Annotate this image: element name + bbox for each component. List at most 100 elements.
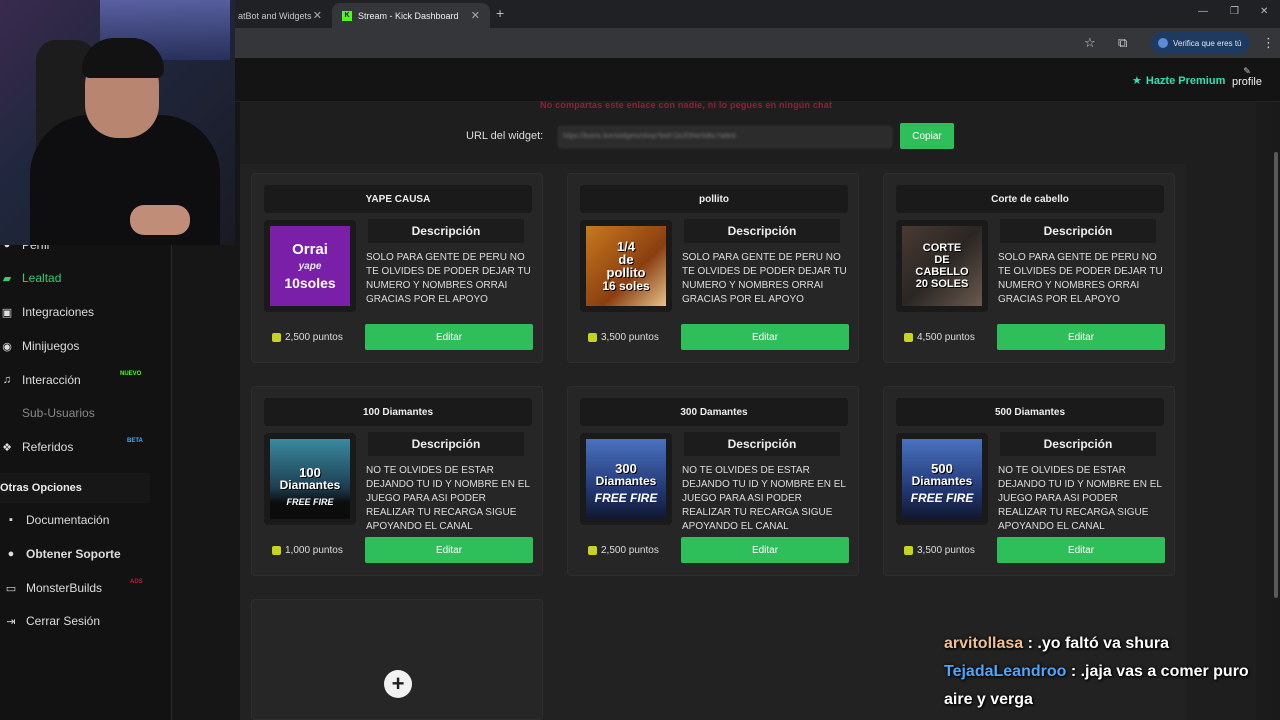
profile-label: profile — [1232, 76, 1262, 88]
sidebar-item-monsterbuilds[interactable]: ▭ MonsterBuilds — [0, 573, 172, 603]
copy-button[interactable]: Copiar — [900, 123, 954, 149]
tab-kick-dashboard[interactable]: K Stream - Kick Dashboard ✕ — [332, 3, 490, 28]
group-icon: ❖ — [2, 441, 12, 454]
sidebar-item-label: Documentación — [26, 513, 110, 527]
sidebar-item-minijuegos[interactable]: ◉ Minijuegos — [0, 331, 172, 361]
star-icon: ★ — [1132, 75, 1142, 87]
reward-card: YAPE CAUSA Orrai yape 10soles Descripció… — [251, 173, 543, 363]
window-close-icon[interactable]: ✕ — [1260, 6, 1268, 17]
widget-url-input[interactable]: https://botrix.live/widgets/shop?bid=1b2… — [558, 126, 892, 148]
sidebar-item-label: Integraciones — [22, 305, 95, 319]
coin-icon — [272, 546, 281, 555]
thumb-text: de — [618, 251, 634, 267]
thumb-text: 20 SOLES — [915, 278, 969, 290]
close-icon[interactable]: ✕ — [471, 9, 480, 22]
sidebar-item-integraciones[interactable]: ▣ Integraciones — [0, 297, 172, 327]
main-content: No compartas este enlace con nadie, ni l… — [240, 100, 1256, 720]
verify-button[interactable]: Verifica que eres tú — [1150, 32, 1250, 54]
card-title: 500 Diamantes — [896, 398, 1164, 426]
points-value: 2,500 puntos — [601, 545, 659, 556]
card-title: YAPE CAUSA — [264, 185, 532, 213]
premium-button[interactable]: ★ Hazte Premium — [1132, 74, 1225, 88]
edit-button[interactable]: Editar — [681, 537, 849, 563]
other-options-heading: Otras Opciones — [0, 473, 150, 503]
sidebar-item-documentacion[interactable]: ▪ Documentación — [0, 505, 172, 535]
thumb-text: FREE FIRE — [286, 496, 334, 507]
menu-kebab-icon[interactable]: ⋮ — [1262, 35, 1275, 51]
edit-button[interactable]: Editar — [365, 537, 533, 563]
sidebar-item-interaccion[interactable]: ♫ Interacción — [0, 365, 172, 395]
add-reward-card[interactable]: + — [251, 599, 543, 720]
card-image: 500 Diamantes FREE FIRE — [896, 433, 988, 525]
loyalty-icon: ▰ — [2, 272, 12, 285]
edit-button[interactable]: Editar — [997, 537, 1165, 563]
ads-badge: ADS — [130, 579, 143, 585]
card-description: NO TE OLVIDES DE ESTAR DEJANDO TU ID Y N… — [682, 465, 846, 532]
card-points: 3,500 puntos — [588, 332, 659, 343]
card-image: 1/4 de pollito 16 soles — [580, 220, 672, 312]
diamonds-thumbnail: 300 Diamantes FREE FIRE — [586, 439, 666, 519]
points-value: 2,500 puntos — [285, 332, 343, 343]
sidebar-item-label: Cerrar Sesión — [26, 614, 101, 628]
webcam-overlay — [0, 0, 235, 245]
coin-icon — [904, 546, 913, 555]
tab-label: Stream - Kick Dashboard — [358, 10, 459, 21]
points-value: 3,500 puntos — [917, 545, 975, 556]
puzzle-icon: ▣ — [1, 306, 13, 319]
sidebar-item-soporte[interactable]: ● Obtener Soporte — [0, 539, 172, 569]
plus-icon[interactable]: + — [384, 670, 412, 698]
card-image: CORTE DE CABELLO 20 SOLES — [896, 220, 988, 312]
card-points: 4,500 puntos — [904, 332, 975, 343]
thumb-text: Orrai — [292, 241, 328, 258]
new-tab-icon[interactable]: + — [496, 5, 504, 21]
edit-button[interactable]: Editar — [681, 324, 849, 350]
thumb-text: pollito — [606, 264, 646, 280]
profile-button[interactable]: ✎ profile — [1232, 66, 1262, 88]
card-points: 3,500 puntos — [904, 545, 975, 556]
card-description: SOLO PARA GENTE DE PERU NO TE OLVIDES DE… — [682, 252, 847, 305]
chat-username: TejadaLeandroo — [944, 663, 1067, 680]
points-value: 3,500 puntos — [601, 332, 659, 343]
edit-button[interactable]: Editar — [997, 324, 1165, 350]
diamonds-thumbnail: 500 Diamantes FREE FIRE — [902, 439, 982, 519]
bookmark-star-icon[interactable]: ☆ — [1084, 35, 1096, 51]
card-description: NO TE OLVIDES DE ESTAR DEJANDO TU ID Y N… — [998, 465, 1162, 532]
thumb-text: 16 soles — [602, 278, 650, 293]
points-value: 4,500 puntos — [917, 332, 975, 343]
chicken-thumbnail: 1/4 de pollito 16 soles — [586, 226, 666, 306]
maximize-icon[interactable]: ❐ — [1230, 6, 1239, 17]
description-header: Descripción — [1000, 432, 1156, 456]
pen-icon: ✎ — [1243, 66, 1251, 76]
coin-icon — [588, 333, 597, 342]
tab-botrix[interactable]: atBot and Widgets ✕ — [228, 3, 332, 28]
verify-label: Verifica que eres tú — [1173, 38, 1242, 48]
yape-thumbnail: Orrai yape 10soles — [270, 226, 350, 306]
extensions-icon[interactable]: ⧉ — [1118, 35, 1127, 51]
edit-button[interactable]: Editar — [365, 324, 533, 350]
description-header: Descripción — [368, 219, 524, 243]
sidebar-item-sub-usuarios[interactable]: Sub-Usuarios — [0, 398, 172, 428]
coin-icon — [904, 333, 913, 342]
thumb-text: 1/4 — [616, 238, 636, 254]
sidebar-item-label: Referidos — [22, 440, 74, 454]
scrollbar-thumb[interactable] — [1274, 152, 1278, 598]
chat-message: arvitollasa : .yo faltó va shura — [944, 635, 1169, 652]
sidebar-item-referidos[interactable]: ❖ Referidos — [0, 432, 172, 462]
description-header: Descripción — [684, 219, 840, 243]
card-image: Orrai yape 10soles — [264, 220, 356, 312]
widget-url-label: URL del widget: — [466, 130, 544, 142]
minimize-icon[interactable]: — — [1198, 6, 1208, 17]
card-image: 100 Diamantes FREE FIRE — [264, 433, 356, 525]
sidebar-item-cerrar-sesion[interactable]: ⇥ Cerrar Sesión — [0, 606, 172, 636]
points-value: 1,000 puntos — [285, 545, 343, 556]
chat-overlay: arvitollasa : .yo faltó va shura TejadaL… — [944, 630, 1274, 714]
card-title: pollito — [580, 185, 848, 213]
gamepad-icon: ◉ — [2, 340, 12, 353]
logout-icon: ⇥ — [6, 615, 16, 628]
sidebar-item-lealtad[interactable]: ▰ Lealtad — [0, 263, 172, 293]
close-icon[interactable]: ✕ — [313, 9, 322, 22]
new-badge: NUEVO — [120, 371, 142, 377]
thumb-text: FREE FIRE — [594, 490, 658, 505]
reward-card: 100 Diamantes 100 Diamantes FREE FIRE De… — [251, 386, 543, 576]
thumb-text: CABELLO — [915, 266, 969, 278]
